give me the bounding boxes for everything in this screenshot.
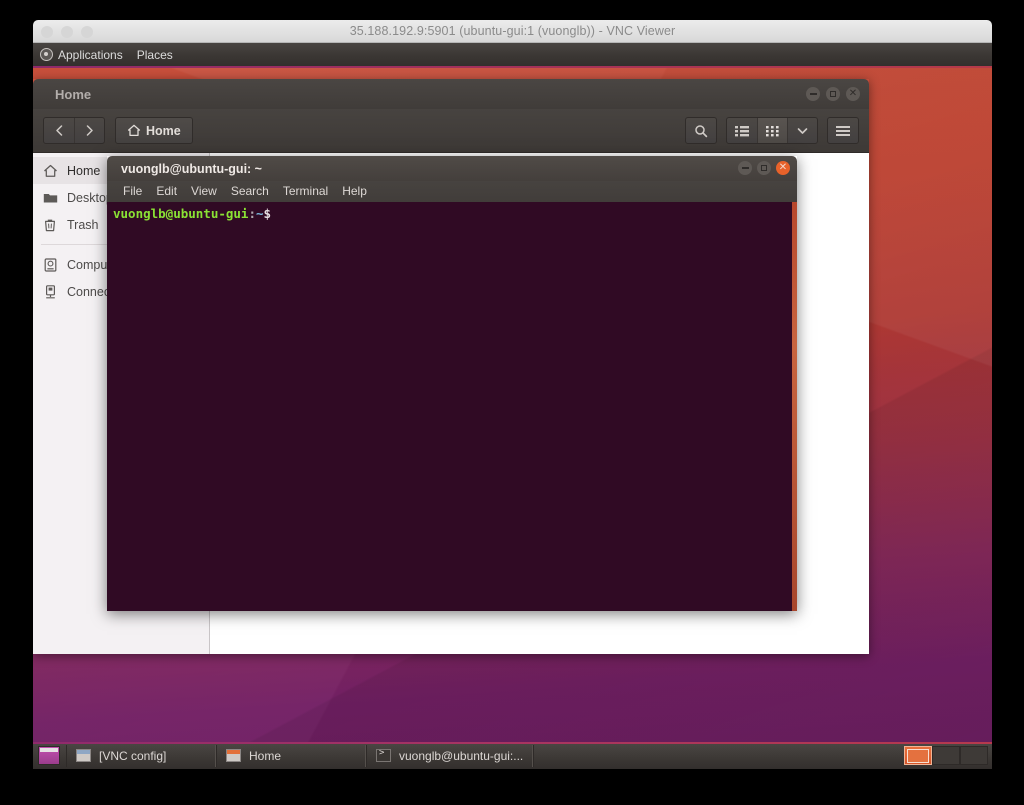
path-bar-label: Home <box>146 123 181 138</box>
hamburger-menu-icon[interactable] <box>828 118 858 143</box>
window-icon <box>76 749 91 762</box>
network-server-icon <box>42 284 58 300</box>
task-button-home[interactable]: Home <box>216 744 366 767</box>
sidebar-item-label: Home <box>67 163 101 178</box>
sidebar-item-label: Desktop <box>67 190 113 205</box>
workspace-2[interactable] <box>932 746 960 765</box>
search-button-group <box>685 117 717 144</box>
task-button-label: [VNC config] <box>99 748 167 763</box>
terminal-prompt-line: vuonglb@ubuntu-gui:~$ <box>113 206 791 221</box>
files-minimize-button[interactable] <box>806 87 820 101</box>
files-maximize-button[interactable] <box>826 87 840 101</box>
applications-menu[interactable]: Applications <box>33 43 130 66</box>
home-icon <box>127 124 141 137</box>
files-close-button[interactable]: ✕ <box>846 87 860 101</box>
menu-help[interactable]: Help <box>335 181 374 202</box>
terminal-menubar: File Edit View Search Terminal Help <box>107 181 797 202</box>
terminal-icon <box>376 748 391 762</box>
prompt-separator: : <box>248 206 256 221</box>
taskbar-spacer <box>533 744 904 767</box>
chevron-left-icon[interactable] <box>44 118 74 143</box>
terminal-close-button[interactable]: ✕ <box>776 161 790 175</box>
terminal-window-title: vuonglb@ubuntu-gui: ~ <box>121 161 262 176</box>
gnome-top-panel: Applications Places <box>33 43 992 66</box>
menu-file[interactable]: File <box>116 181 149 202</box>
task-button-label: Home <box>249 748 282 763</box>
terminal-maximize-button[interactable] <box>757 161 771 175</box>
places-menu[interactable]: Places <box>130 43 180 66</box>
terminal-window: vuonglb@ubuntu-gui: ~ ✕ File Edit View S… <box>107 156 797 611</box>
terminal-window-controls: ✕ <box>738 161 790 175</box>
path-bar-home-button[interactable]: Home <box>115 117 193 144</box>
grid-view-icon[interactable] <box>757 118 787 143</box>
terminal-scrollbar[interactable] <box>792 202 797 611</box>
terminal-screen[interactable]: vuonglb@ubuntu-gui:~$ <box>107 202 797 611</box>
prompt-sigil: $ <box>263 206 272 221</box>
terminal-titlebar[interactable]: vuonglb@ubuntu-gui: ~ ✕ <box>107 156 797 181</box>
ubuntu-logo-icon <box>40 48 53 61</box>
workspace-switcher <box>904 745 988 766</box>
search-icon[interactable] <box>686 118 716 143</box>
files-toolbar-right <box>685 117 859 144</box>
chevron-right-icon[interactable] <box>74 118 104 143</box>
workspace-3[interactable] <box>960 746 988 765</box>
taskbar-accent-line <box>33 742 992 744</box>
files-window-controls: ✕ <box>806 87 860 101</box>
view-mode-group <box>726 117 818 144</box>
task-button-label: vuonglb@ubuntu-gui:... <box>399 748 524 763</box>
trash-icon <box>42 217 58 233</box>
vnc-viewer-window: 35.188.192.9:5901 (ubuntu-gui:1 (vuonglb… <box>33 20 992 769</box>
computer-icon <box>42 257 58 273</box>
places-menu-label: Places <box>136 47 173 62</box>
folder-icon <box>42 190 58 206</box>
terminal-minimize-button[interactable] <box>738 161 752 175</box>
menu-search[interactable]: Search <box>224 181 276 202</box>
panel-accent-line <box>33 66 992 68</box>
show-desktop-icon[interactable] <box>38 746 60 765</box>
task-button-terminal[interactable]: vuonglb@ubuntu-gui:... <box>366 744 534 767</box>
menu-button-group <box>827 117 859 144</box>
menu-edit[interactable]: Edit <box>149 181 184 202</box>
vnc-titlebar: 35.188.192.9:5901 (ubuntu-gui:1 (vuonglb… <box>33 20 992 43</box>
applications-menu-label: Applications <box>58 47 123 62</box>
navigation-buttons <box>43 117 105 144</box>
menu-terminal[interactable]: Terminal <box>276 181 335 202</box>
prompt-user-host: vuonglb@ubuntu-gui <box>113 206 249 221</box>
home-icon <box>42 163 58 179</box>
files-window-title: Home <box>55 86 92 102</box>
menu-view[interactable]: View <box>184 181 224 202</box>
chevron-down-icon[interactable] <box>787 118 817 143</box>
prompt-path: ~ <box>256 206 264 221</box>
files-titlebar[interactable]: Home ✕ <box>33 79 869 109</box>
files-icon <box>226 749 241 762</box>
ubuntu-desktop[interactable]: Applications Places Home ✕ Home Home Des… <box>33 43 992 769</box>
vnc-window-title: 35.188.192.9:5901 (ubuntu-gui:1 (vuonglb… <box>349 24 676 38</box>
sidebar-item-label: Trash <box>67 217 99 232</box>
bottom-taskbar: [VNC config] Home vuonglb@ubuntu-gui:... <box>33 742 992 769</box>
files-toolbar: Home <box>33 109 869 153</box>
task-button-vnc-config[interactable]: [VNC config] <box>66 744 216 767</box>
list-view-icon[interactable] <box>727 118 757 143</box>
workspace-1[interactable] <box>904 746 932 765</box>
